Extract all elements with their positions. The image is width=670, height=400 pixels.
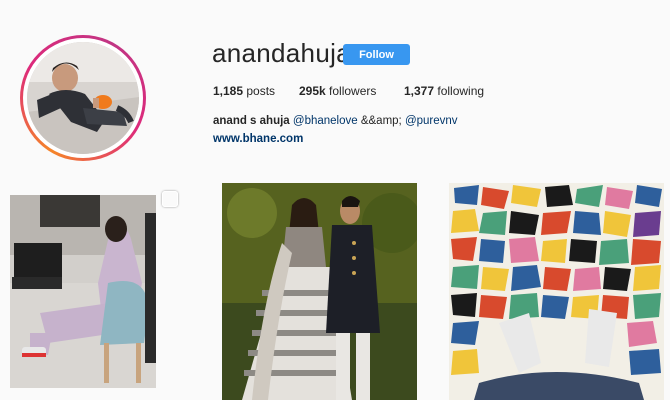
profile-bio: anand s ahuja @bhanelove &&amp; @purevnv xyxy=(213,115,458,127)
stat-following[interactable]: 1,377 following xyxy=(404,84,484,98)
profile-username: anandahuja xyxy=(212,38,351,68)
post-thumbnail[interactable] xyxy=(222,183,417,400)
story-ring[interactable] xyxy=(20,35,146,161)
follow-button[interactable]: Follow xyxy=(343,44,410,65)
bio-separator: &&amp; xyxy=(357,115,405,127)
posts-label: posts xyxy=(243,84,276,98)
followers-label: followers xyxy=(325,84,377,98)
post-thumbnail[interactable] xyxy=(0,183,190,400)
profile-full-name: anand s ahuja xyxy=(213,115,290,127)
following-label: following xyxy=(434,84,485,98)
avatar[interactable] xyxy=(27,42,139,154)
mention-link-purevnv[interactable]: @purevnv xyxy=(405,115,458,127)
following-count: 1,377 xyxy=(404,84,435,98)
stat-posts: 1,185 posts xyxy=(213,84,275,98)
post-thumbnail[interactable] xyxy=(449,183,664,400)
multiple-photos-icon xyxy=(162,191,178,207)
mention-link-bhanelove[interactable]: @bhanelove xyxy=(293,115,358,127)
posts-count: 1,185 xyxy=(213,84,244,98)
followers-count: 295k xyxy=(299,84,326,98)
profile-website-link[interactable]: www.bhane.com xyxy=(213,133,303,145)
stat-followers[interactable]: 295k followers xyxy=(299,84,376,98)
profile-header: anandahuja Follow 1,185 posts 295k follo… xyxy=(0,0,670,175)
